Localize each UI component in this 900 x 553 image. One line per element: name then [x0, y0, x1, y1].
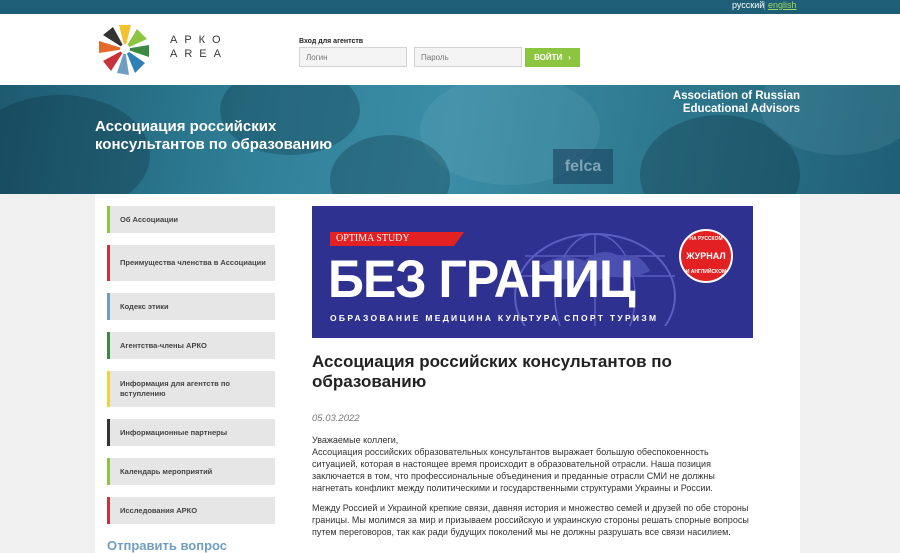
- flower-logo-icon[interactable]: [94, 19, 156, 79]
- article-paragraph-2: Между Россией и Украиной крепкие связи, …: [312, 503, 749, 537]
- sidebar-item-label: Кодекс этики: [120, 301, 169, 311]
- ad-stamp-badge: НА РУССКОМ ЖУРНАЛ И АНГЛИЙСКОМ: [679, 229, 733, 283]
- lang-separator: |: [763, 0, 766, 10]
- sidebar-item-label: Агентства-члены АРКО: [120, 340, 207, 350]
- hero-banner: Ассоциация российских консультантов по о…: [0, 85, 900, 194]
- sidebar-item-label: Об Ассоциации: [120, 214, 179, 224]
- ad-brand: OPTIMA STUDY: [330, 232, 464, 246]
- page-margin-left: [0, 194, 95, 553]
- banner-english-line-1: Association of Russian: [672, 90, 800, 102]
- logo-text-en: AREA: [170, 48, 228, 60]
- logo-text-ru: АРКО: [170, 34, 228, 46]
- login-input[interactable]: [299, 47, 407, 67]
- sidebar-item-member-agencies[interactable]: Агентства-члены АРКО: [107, 332, 275, 359]
- ask-question-link[interactable]: Отправить вопрос: [107, 538, 227, 553]
- sidebar-item-events-calendar[interactable]: Календарь мероприятий: [107, 458, 275, 485]
- sidebar-item-label: Исследования АРКО: [120, 505, 198, 515]
- felca-logo: felca: [553, 149, 613, 184]
- chevron-right-icon: ›: [568, 53, 571, 62]
- sidebar-item-label: Информация для агентств по вступлению: [120, 379, 230, 398]
- article-greeting: Уважаемые коллеги,: [312, 435, 399, 445]
- banner-english-title: Association of Russian Educational Advis…: [673, 90, 800, 116]
- article-paragraph-1: Уважаемые коллеги, Ассоциация российских…: [312, 434, 757, 494]
- password-input[interactable]: [414, 47, 522, 67]
- magazine-ad-banner[interactable]: OPTIMA STUDY БЕЗ ГРАНИЦ ОБРАЗОВАНИЕ МЕДИ…: [312, 206, 753, 338]
- ad-stamp-mid: ЖУРНАЛ: [686, 251, 726, 261]
- sidebar-item-info-partners[interactable]: Информационные партнеры: [107, 419, 275, 446]
- banner-english-line-2: Educational Advisors: [682, 103, 800, 115]
- sidebar-item-about[interactable]: Об Ассоциации: [107, 206, 275, 233]
- article-text-1: Ассоциация российских образовательных ко…: [312, 447, 715, 493]
- article-title: Ассоциация российских консультантов по о…: [312, 352, 672, 391]
- lang-russian-link[interactable]: русский: [732, 0, 764, 11]
- banner-title: Ассоциация российских консультантов по о…: [95, 118, 333, 153]
- ad-title: БЕЗ ГРАНИЦ: [328, 249, 635, 309]
- article-date: 05.03.2022: [312, 413, 360, 424]
- sidebar-item-label: Преимущества членства в Ассоциации: [120, 258, 266, 267]
- sidebar-item-research[interactable]: Исследования АРКО: [107, 497, 275, 524]
- sidebar-item-label: Календарь мероприятий: [120, 466, 213, 476]
- sidebar-item-ethics-code[interactable]: Кодекс этики: [107, 293, 275, 320]
- login-button[interactable]: ВОЙТИ ›: [525, 48, 580, 67]
- sidebar-item-joining-info[interactable]: Информация для агентств по вступлению: [107, 371, 275, 407]
- login-button-label: ВОЙТИ: [534, 53, 563, 62]
- login-title: Вход для агентств: [299, 38, 364, 45]
- sidebar-item-label: Информационные партнеры: [120, 427, 228, 437]
- ad-subtitle: ОБРАЗОВАНИЕ МЕДИЦИНА КУЛЬТУРА СПОРТ ТУРИ…: [330, 313, 659, 323]
- ad-stamp-top: НА РУССКОМ: [689, 236, 723, 242]
- page-margin-right: [800, 194, 900, 553]
- site-header: АРКО AREA Вход для агентств ВОЙТИ ›: [0, 14, 900, 85]
- sidebar-item-membership-benefits[interactable]: Преимущества членства в Ассоциации: [107, 245, 275, 281]
- ad-stamp-bottom: И АНГЛИЙСКОМ: [685, 269, 727, 275]
- lang-english-link[interactable]: english: [768, 0, 797, 11]
